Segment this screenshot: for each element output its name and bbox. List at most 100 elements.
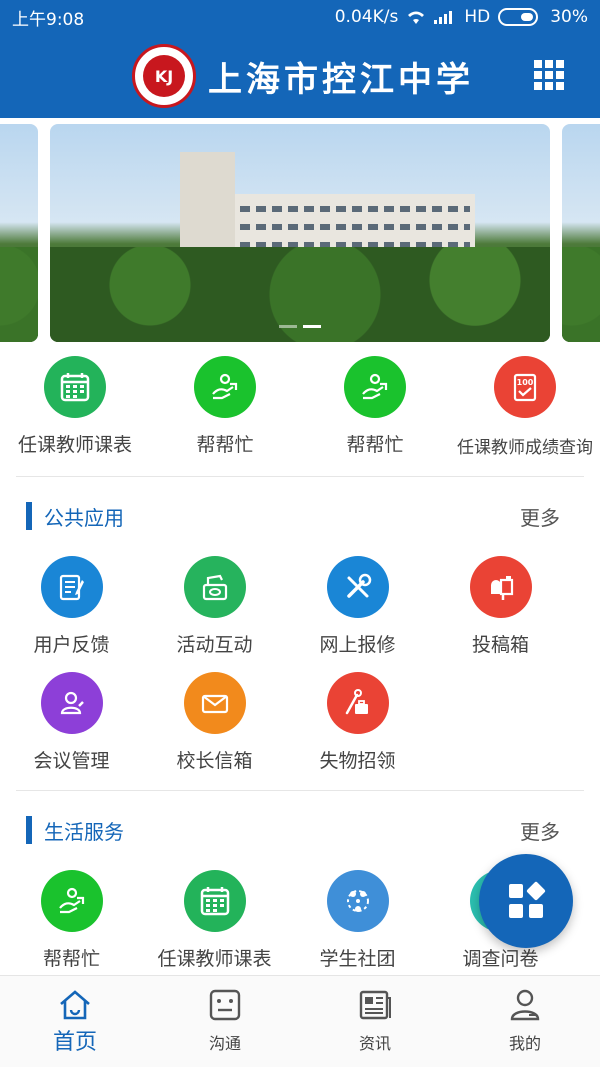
app-label: 失物招领 bbox=[319, 750, 396, 772]
school-logo: KJ bbox=[132, 44, 196, 108]
carousel-slide-active[interactable] bbox=[50, 124, 550, 342]
bottom-navigation: 首页 沟通 资讯 我的 bbox=[0, 975, 600, 1067]
app-user-feedback[interactable]: 用户反馈 bbox=[0, 556, 143, 657]
school-logo-mark: KJ bbox=[143, 55, 185, 97]
grid-icon-cell bbox=[545, 71, 553, 79]
banner-windows bbox=[240, 224, 470, 230]
tab-news[interactable]: 资讯 bbox=[300, 976, 450, 1067]
section-header-life: 生活服务 更多 bbox=[0, 810, 600, 850]
status-right: 0.04K/s HD 30% bbox=[335, 7, 588, 27]
network-speed: 0.04K/s bbox=[334, 7, 399, 27]
tab-home[interactable]: 首页 bbox=[0, 976, 150, 1067]
tab-label: 我的 bbox=[508, 1034, 541, 1053]
helping-hand-icon bbox=[40, 870, 103, 932]
calendar-icon bbox=[183, 870, 246, 932]
section-marker bbox=[26, 816, 32, 844]
tab-profile[interactable]: 我的 bbox=[450, 976, 600, 1067]
banner-carousel[interactable] bbox=[0, 124, 600, 342]
app-activity-interaction[interactable]: 活动互动 bbox=[143, 556, 286, 657]
meeting-icon bbox=[40, 672, 103, 734]
quick-app-score-query[interactable]: 100 任课教师成绩查询 bbox=[450, 356, 600, 466]
tab-label: 资讯 bbox=[358, 1034, 391, 1053]
grid-icon-cell bbox=[534, 82, 542, 90]
profile-icon bbox=[510, 989, 540, 1021]
app-label: 任课教师课表 bbox=[157, 948, 272, 970]
grid-menu-button[interactable] bbox=[534, 60, 564, 90]
quick-app-label: 帮帮忙 bbox=[346, 434, 404, 456]
app-label: 调查问卷 bbox=[462, 948, 539, 970]
calendar-icon bbox=[44, 356, 106, 418]
section-marker bbox=[26, 502, 32, 530]
tab-label: 首页 bbox=[52, 1030, 97, 1055]
quick-app-teacher-schedule[interactable]: 任课教师课表 bbox=[0, 356, 150, 466]
section-divider bbox=[16, 790, 584, 791]
app-label: 会议管理 bbox=[33, 750, 110, 772]
community-icon bbox=[326, 870, 389, 932]
app-label: 活动互动 bbox=[176, 634, 253, 656]
quick-app-label: 帮帮忙 bbox=[196, 434, 254, 456]
mailbox-icon bbox=[469, 556, 532, 618]
app-label: 帮帮忙 bbox=[42, 948, 100, 970]
app-principal-mailbox[interactable]: 校长信箱 bbox=[143, 672, 286, 773]
app-label: 校长信箱 bbox=[176, 750, 253, 772]
carousel-slide-prev[interactable] bbox=[0, 124, 38, 342]
quick-app-help-2[interactable]: 帮帮忙 bbox=[300, 356, 450, 466]
grid-icon-cell bbox=[556, 71, 564, 79]
app-submission-box[interactable]: 投稿箱 bbox=[429, 556, 572, 657]
public-apps-row-1: 用户反馈 活动互动 网上报修 投稿箱 bbox=[0, 556, 600, 657]
repair-tools-icon bbox=[326, 556, 389, 618]
status-time: 上午9:08 bbox=[12, 9, 85, 30]
battery-icon bbox=[498, 8, 539, 26]
carousel-slide-next[interactable] bbox=[562, 124, 600, 342]
header-brand: KJ 上海市控江中学 bbox=[132, 44, 474, 108]
battery-level: 30% bbox=[550, 7, 588, 27]
envelope-icon bbox=[183, 672, 246, 734]
quick-app-help[interactable]: 帮帮忙 bbox=[150, 356, 300, 466]
score-report-icon: 100 bbox=[494, 356, 556, 418]
banner-image bbox=[562, 124, 600, 342]
app-label: 投稿箱 bbox=[471, 634, 529, 656]
app-teacher-schedule[interactable]: 任课教师课表 bbox=[143, 870, 286, 971]
app-meeting-management[interactable]: 会议管理 bbox=[0, 672, 143, 773]
grid-icon-cell bbox=[545, 82, 553, 90]
home-icon bbox=[60, 990, 90, 1020]
app-label: 学生社团 bbox=[319, 948, 396, 970]
app-online-repair[interactable]: 网上报修 bbox=[286, 556, 429, 657]
app-student-clubs[interactable]: 学生社团 bbox=[286, 870, 429, 971]
app-lost-and-found[interactable]: 失物招领 bbox=[286, 672, 429, 773]
grid-icon bbox=[534, 60, 542, 68]
banner-image bbox=[0, 124, 38, 342]
section-header-public: 公共应用 更多 bbox=[0, 496, 600, 536]
app-help[interactable]: 帮帮忙 bbox=[0, 870, 143, 971]
more-link-life[interactable]: 更多 bbox=[520, 816, 560, 845]
section-title-life: 生活服务 bbox=[44, 819, 124, 844]
grid-icon-cell bbox=[556, 60, 564, 68]
banner-image bbox=[50, 124, 550, 342]
app-header: KJ 上海市控江中学 bbox=[0, 34, 600, 118]
wifi-icon bbox=[408, 11, 425, 24]
helping-hand-icon bbox=[194, 356, 256, 418]
quick-apps: 任课教师课表 帮帮忙 帮帮忙 100 任课教师成绩查询 bbox=[0, 356, 600, 466]
more-link-public[interactable]: 更多 bbox=[520, 502, 560, 531]
banner-trees bbox=[0, 247, 38, 342]
page-title: 上海市控江中学 bbox=[208, 59, 474, 100]
quick-app-label: 任课教师课表 bbox=[17, 434, 132, 456]
grid-icon-cell bbox=[556, 82, 564, 90]
app-label: 用户反馈 bbox=[33, 634, 110, 656]
section-divider bbox=[16, 476, 584, 477]
grid-icon-cell bbox=[545, 60, 553, 68]
tab-chat[interactable]: 沟通 bbox=[150, 976, 300, 1067]
banner-trees bbox=[562, 247, 600, 342]
chat-icon bbox=[209, 989, 241, 1021]
banner-windows bbox=[240, 206, 470, 212]
tab-label: 沟通 bbox=[208, 1034, 241, 1053]
lost-found-icon bbox=[326, 672, 389, 734]
interaction-icon bbox=[183, 556, 246, 618]
svg-text:100: 100 bbox=[517, 378, 534, 387]
status-bar: 上午9:08 0.04K/s HD 30% bbox=[0, 0, 600, 34]
grid-icon-cell bbox=[534, 71, 542, 79]
quick-app-label: 任课教师成绩查询 bbox=[457, 438, 593, 458]
pager-dot bbox=[279, 325, 297, 328]
news-icon bbox=[359, 990, 391, 1020]
floating-apps-button[interactable] bbox=[479, 854, 573, 948]
